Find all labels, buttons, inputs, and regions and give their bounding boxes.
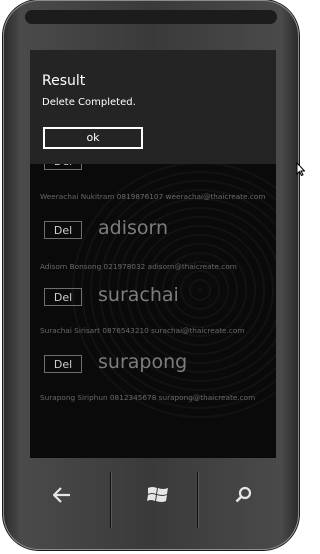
contact-detail: Adisorn Bonsong 021978032 adisorn@thaicr… xyxy=(40,262,237,271)
hardware-button-bar xyxy=(9,462,293,528)
contact-name: surapong xyxy=(98,351,188,373)
earpiece xyxy=(25,10,277,24)
back-button[interactable] xyxy=(15,462,109,528)
dialog-title: Result xyxy=(42,73,86,89)
contact-row: Del adisorn Adisorn Bonsong 021978032 ad… xyxy=(30,217,276,281)
windows-logo-icon xyxy=(147,487,168,502)
dialog-message: Delete Completed. xyxy=(42,97,136,108)
contact-detail: Weerachai Nukitram 0819876107 weerachai@… xyxy=(40,192,266,201)
contact-name: adisorn xyxy=(98,217,169,239)
search-button[interactable] xyxy=(197,462,291,528)
contact-row: Del surapong Surapong Siriphun 081234567… xyxy=(30,351,276,415)
contact-row: Del surachai Surachai Sirisart 087654321… xyxy=(30,284,276,348)
back-icon xyxy=(53,487,70,503)
start-button[interactable] xyxy=(111,462,205,528)
mouse-cursor-icon xyxy=(296,162,305,176)
result-dialog: Result Delete Completed. ok xyxy=(30,50,276,164)
search-icon xyxy=(235,486,252,503)
delete-button[interactable]: Del xyxy=(44,355,82,373)
delete-button[interactable]: Del xyxy=(44,288,82,306)
contact-name: surachai xyxy=(98,284,179,306)
ok-button[interactable]: ok xyxy=(43,127,143,149)
contact-detail: Surapong Siriphun 0812345678 surapong@th… xyxy=(40,393,256,402)
delete-button[interactable]: Del xyxy=(44,221,82,239)
contact-detail: Surachai Sirisart 0876543210 surachai@th… xyxy=(40,326,245,335)
